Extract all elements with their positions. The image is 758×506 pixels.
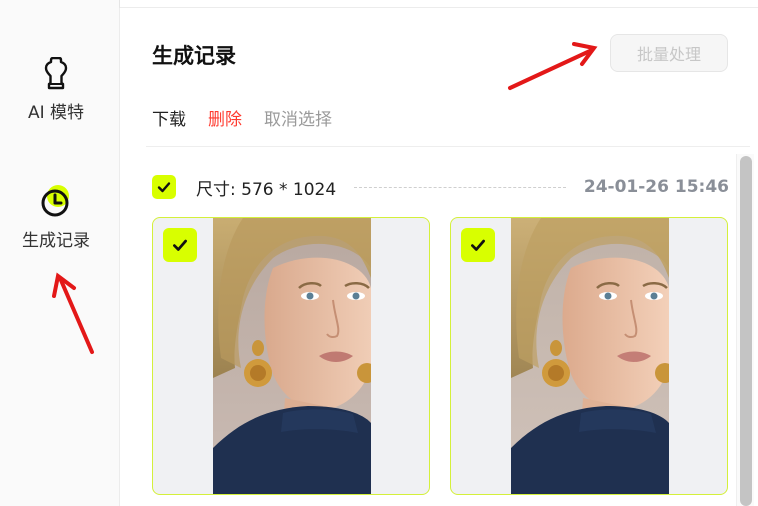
batch-process-button[interactable]: 批量处理 [610, 34, 728, 72]
vertical-scrollbar[interactable] [736, 154, 754, 506]
scrollbar-thumb[interactable] [740, 156, 752, 506]
group-select-checkbox[interactable] [152, 175, 176, 199]
checkmark-icon [173, 239, 187, 251]
portrait-image [511, 218, 669, 494]
top-divider-sidebar-segment [0, 0, 120, 8]
timestamp: 24-01-26 15:46 [583, 177, 729, 197]
portrait-image [213, 218, 371, 494]
record-group-header: 尺寸: 576 * 1024 24-01-26 15:46 [152, 175, 729, 200]
sidebar-item-history[interactable]: 生成记录 [0, 184, 112, 251]
result-image-card[interactable] [152, 217, 430, 495]
main-panel: 生成记录 批量处理 下载 删除 取消选择 尺寸: 576 * 1024 24-0… [121, 8, 758, 506]
content-divider [146, 146, 750, 147]
dashed-divider [354, 186, 566, 188]
size-label: 尺寸: 576 * 1024 [196, 179, 337, 200]
checkmark-icon [471, 239, 485, 251]
top-divider [0, 0, 758, 8]
checkmark-icon [157, 182, 171, 193]
sidebar-item-ai-model[interactable]: AI 模特 [0, 56, 112, 123]
sidebar: AI 模特 生成记录 [0, 8, 120, 506]
image-select-checkbox[interactable] [461, 228, 495, 262]
mannequin-icon [38, 56, 74, 92]
action-bar: 下载 删除 取消选择 [152, 105, 332, 130]
cancel-selection-link[interactable]: 取消选择 [264, 105, 332, 130]
page-title: 生成记录 [152, 44, 236, 68]
clock-icon [38, 184, 74, 220]
sidebar-item-label: 生成记录 [22, 231, 90, 251]
image-select-checkbox[interactable] [163, 228, 197, 262]
result-image-card[interactable] [450, 217, 728, 495]
download-link[interactable]: 下载 [152, 105, 186, 130]
sidebar-item-label: AI 模特 [27, 103, 85, 123]
delete-link[interactable]: 删除 [208, 105, 242, 130]
